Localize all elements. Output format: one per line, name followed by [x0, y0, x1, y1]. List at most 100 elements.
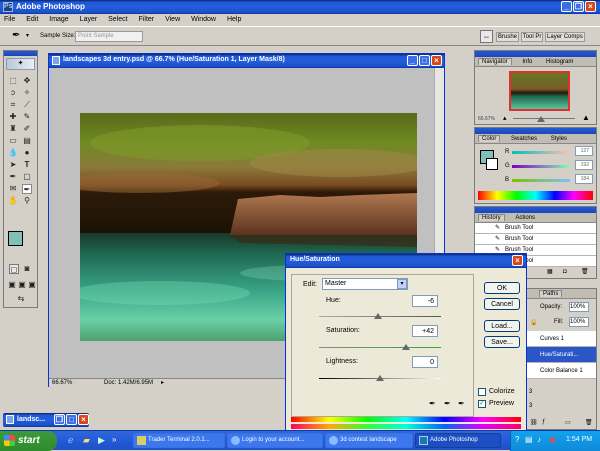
taskbar-item[interactable]: Trader Terminal 2.0.1... [133, 433, 225, 448]
brush-tool-icon[interactable]: ✎ [22, 112, 32, 122]
saturation-slider[interactable] [319, 347, 441, 348]
edit-select[interactable]: Master ▾ [322, 278, 408, 290]
marquee-tool-icon[interactable]: ⬚ [8, 76, 18, 86]
tab-color[interactable]: Color [478, 135, 501, 142]
menu-edit[interactable]: Edit [26, 16, 38, 23]
tray-network-icon[interactable]: ▤ [525, 435, 533, 444]
cancel-button[interactable]: Cancel [484, 298, 520, 310]
tab-swatches[interactable]: Swatches [508, 136, 540, 142]
trash-icon[interactable]: 🗑 [581, 268, 589, 277]
quick-launch-folder-icon[interactable]: ▰ [83, 435, 90, 446]
menu-layer[interactable]: Layer [80, 16, 98, 23]
load-button[interactable]: Load... [484, 320, 520, 332]
tab-actions[interactable]: Actions [512, 215, 538, 221]
gradient-tool-icon[interactable]: ▤ [22, 136, 32, 146]
tab-histogram[interactable]: Histogram [543, 59, 576, 65]
crop-tool-icon[interactable]: ⌗ [8, 100, 18, 110]
tray-security-icon[interactable]: ◉ [549, 435, 556, 444]
min-doc-maximize-icon[interactable]: □ [66, 414, 77, 425]
screen-mode-full-icon[interactable]: ▣ [27, 280, 37, 290]
navigator-zoom-readout[interactable]: 66.67% [478, 116, 495, 122]
tab-styles[interactable]: Styles [548, 136, 570, 142]
navigator-preview[interactable] [509, 71, 570, 111]
screen-mode-full-menu-icon[interactable]: ▣ [17, 280, 27, 290]
trash-icon[interactable]: 🗑 [585, 419, 593, 426]
quick-mask-on-icon[interactable]: ◙ [22, 264, 32, 274]
lightness-input[interactable]: 0 [412, 356, 438, 368]
adobe-online-icon[interactable]: ✦ [6, 58, 35, 70]
zoom-in-icon[interactable]: ▲ [582, 113, 590, 122]
tab-navigator[interactable]: Navigator [478, 58, 512, 65]
tool-preset-arrow-icon[interactable]: ▾ [26, 32, 29, 39]
new-document-icon[interactable]: ▦ [547, 268, 553, 277]
pen-tool-icon[interactable]: ✒ [8, 172, 18, 182]
palette-tab-brushes[interactable]: Brushe [496, 32, 520, 42]
dialog-close-icon[interactable]: × [512, 255, 523, 266]
palette-tab-layer-comps[interactable]: Layer Comps [545, 32, 585, 42]
screen-mode-standard-icon[interactable]: ▣ [7, 280, 17, 290]
channel-b-input[interactable]: 184 [575, 174, 593, 184]
eyedropper-tool-icon[interactable]: ✒ [12, 30, 20, 41]
save-button[interactable]: Save... [484, 336, 520, 348]
colorize-checkbox[interactable] [478, 388, 486, 396]
color-background-swatch[interactable] [486, 158, 498, 170]
restore-icon[interactable]: ❐ [573, 1, 584, 12]
type-tool-icon[interactable]: T [22, 160, 32, 170]
eyedropper-plus-icon[interactable]: ✒ [444, 399, 451, 408]
snapshot-icon[interactable]: ◘ [563, 268, 567, 277]
quick-launch-more-icon[interactable]: » [112, 435, 116, 444]
path-selection-tool-icon[interactable]: ➤ [8, 160, 18, 170]
foreground-color-swatch[interactable] [8, 231, 23, 246]
clone-stamp-tool-icon[interactable]: ♜ [8, 124, 18, 134]
healing-brush-tool-icon[interactable]: ✚ [8, 112, 18, 122]
tab-paths[interactable]: Paths [539, 290, 563, 297]
close-icon[interactable]: × [585, 1, 596, 12]
tray-help-icon[interactable]: ? [515, 435, 519, 444]
link-icon[interactable]: ⛓ [530, 419, 538, 426]
hue-slider-thumb[interactable] [373, 313, 382, 319]
eyedropper-tool-icon[interactable]: ✒ [22, 184, 32, 194]
channel-g-input[interactable]: 192 [575, 160, 593, 170]
doc-maximize-icon[interactable]: □ [419, 55, 430, 66]
min-doc-close-icon[interactable]: × [78, 414, 89, 425]
menu-window[interactable]: Window [191, 16, 216, 23]
jump-to-imageready-icon[interactable]: ⇆ [16, 294, 26, 304]
history-brush-tool-icon[interactable]: ✐ [22, 124, 32, 134]
hand-tool-icon[interactable]: ✋ [8, 196, 18, 206]
hue-input[interactable]: -6 [412, 295, 438, 307]
new-group-icon[interactable]: ▭ [565, 419, 571, 426]
zoom-out-icon[interactable]: ▴ [503, 114, 507, 122]
layer-row[interactable]: Hue/Saturati... [527, 347, 596, 363]
minimized-document[interactable]: landsc... ❐ □ × [3, 413, 89, 427]
quick-launch-ie-icon[interactable]: ℯ [68, 435, 73, 446]
magic-wand-tool-icon[interactable]: ✧ [22, 88, 32, 98]
taskbar-item-active[interactable]: Adobe Photoshop [415, 433, 501, 448]
saturation-slider-thumb[interactable] [401, 344, 410, 350]
menu-image[interactable]: Image [49, 16, 68, 23]
saturation-input[interactable]: +42 [412, 325, 438, 337]
preview-checkbox[interactable]: ✓ [478, 400, 486, 408]
move-tool-icon[interactable]: ✥ [22, 76, 32, 86]
zoom-tool-icon[interactable]: ⚲ [22, 196, 32, 206]
sample-size-select[interactable]: Point Sample [75, 31, 143, 42]
palette-tab-tool-presets[interactable]: Tool Pr [520, 32, 544, 42]
minimize-icon[interactable]: _ [561, 1, 572, 12]
history-item[interactable]: ✎ Brush Tool [475, 234, 596, 245]
menu-filter[interactable]: Filter [139, 16, 155, 23]
eraser-tool-icon[interactable]: ▭ [8, 136, 18, 146]
notes-tool-icon[interactable]: ✉ [8, 184, 18, 194]
status-menu-arrow-icon[interactable]: ▸ [161, 379, 164, 387]
slice-tool-icon[interactable]: ⟋ [22, 100, 32, 110]
eyedropper-minus-icon[interactable]: ✒ [458, 399, 465, 408]
tray-volume-icon[interactable]: ♪ [537, 435, 541, 444]
shape-tool-icon[interactable]: ▢ [22, 172, 32, 182]
menu-file[interactable]: File [4, 16, 15, 23]
opacity-input[interactable]: 100% [569, 302, 589, 312]
layer-row[interactable]: Curves 1 [527, 331, 596, 347]
layer-style-icon[interactable]: ƒ [542, 419, 545, 425]
zoom-readout[interactable]: 66.67% [52, 379, 72, 387]
doc-size-readout[interactable]: Doc: 1.42M/6.95M [104, 379, 153, 387]
menu-view[interactable]: View [165, 16, 180, 23]
tab-info[interactable]: Info [519, 59, 535, 65]
palette-well-icon[interactable]: ⇔ [480, 30, 493, 43]
